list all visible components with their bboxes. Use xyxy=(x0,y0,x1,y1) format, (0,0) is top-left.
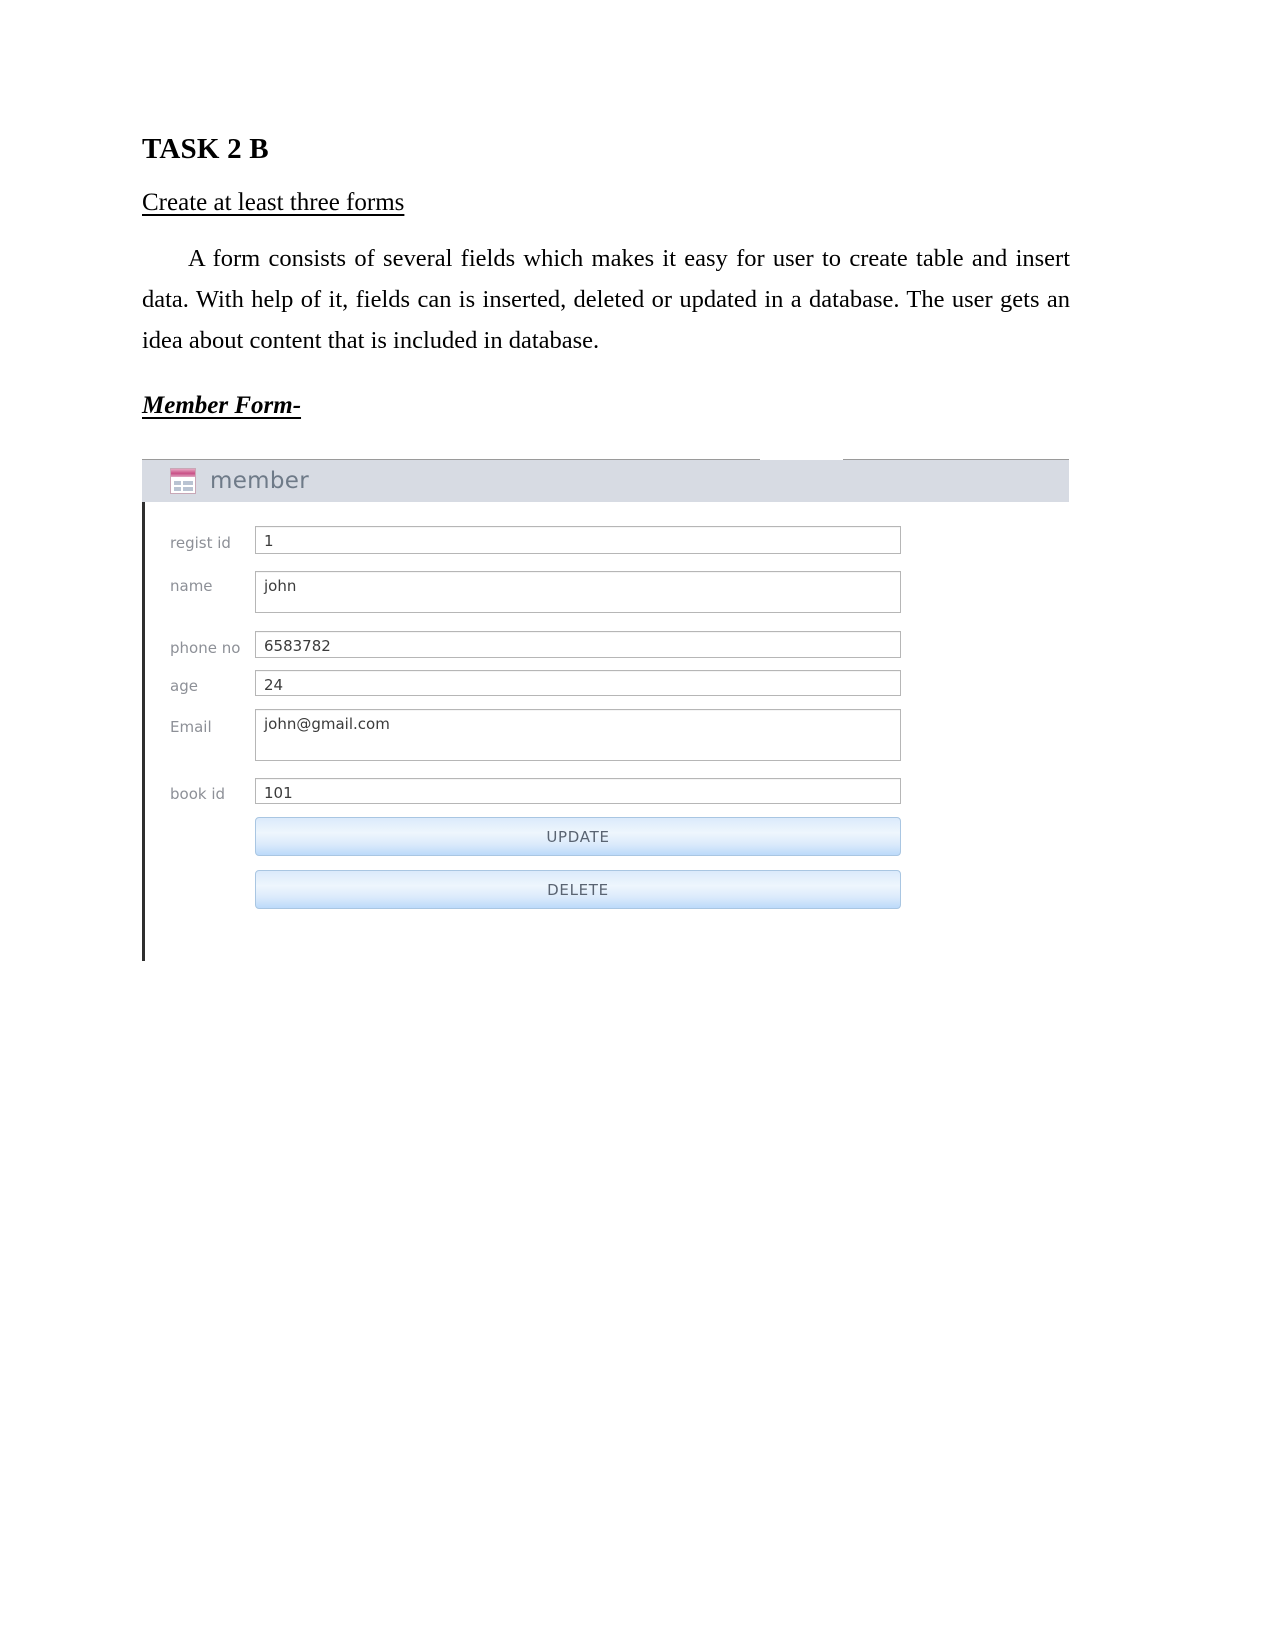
field-value-book-id: 101 xyxy=(264,784,293,802)
field-label-email: Email xyxy=(170,718,212,736)
access-form-icon-row xyxy=(174,481,181,485)
field-input-name[interactable]: john xyxy=(255,571,901,613)
field-value-name: john xyxy=(264,577,297,595)
body-paragraph: A form consists of several fields which … xyxy=(142,245,1070,355)
document-page: TASK 2 B Create at least three forms A f… xyxy=(0,0,1275,1651)
page-title: TASK 2 B xyxy=(142,133,269,165)
field-input-regist-id[interactable]: 1 xyxy=(255,526,901,554)
form-title: member xyxy=(210,468,309,494)
update-button[interactable]: UPDATE xyxy=(255,817,901,856)
field-value-email: john@gmail.com xyxy=(264,715,390,733)
field-input-email[interactable]: john@gmail.com xyxy=(255,709,901,761)
access-form-icon-row xyxy=(183,481,193,485)
member-form-heading: Member Form- xyxy=(142,392,302,419)
form-body: regist id 1 name john phone no 6583782 a… xyxy=(142,502,1069,964)
access-form-icon xyxy=(170,468,196,494)
form-left-rail xyxy=(142,502,145,961)
field-value-regist-id: 1 xyxy=(264,532,274,550)
access-form-icon-row xyxy=(183,487,193,491)
field-input-age[interactable]: 24 xyxy=(255,670,901,696)
field-label-age: age xyxy=(170,677,198,695)
field-value-phone-no: 6583782 xyxy=(264,637,331,655)
field-input-book-id[interactable]: 101 xyxy=(255,778,901,804)
access-form-icon-row xyxy=(174,487,181,491)
field-label-phone-no: phone no xyxy=(170,639,241,657)
access-form-icon-titlebar xyxy=(171,469,195,477)
embedded-form-screenshot: member regist id 1 name john phone no 65… xyxy=(142,459,1069,964)
field-input-phone-no[interactable]: 6583782 xyxy=(255,631,901,658)
delete-button[interactable]: DELETE xyxy=(255,870,901,909)
field-value-age: 24 xyxy=(264,676,284,694)
section-subtitle: Create at least three forms xyxy=(142,189,405,217)
form-header-bar: member xyxy=(142,460,1069,502)
field-label-book-id: book id xyxy=(170,785,226,803)
field-label-name: name xyxy=(170,577,213,595)
document-text-block: TASK 2 B Create at least three forms A f… xyxy=(142,132,1070,361)
field-label-regist-id: regist id xyxy=(170,534,231,552)
